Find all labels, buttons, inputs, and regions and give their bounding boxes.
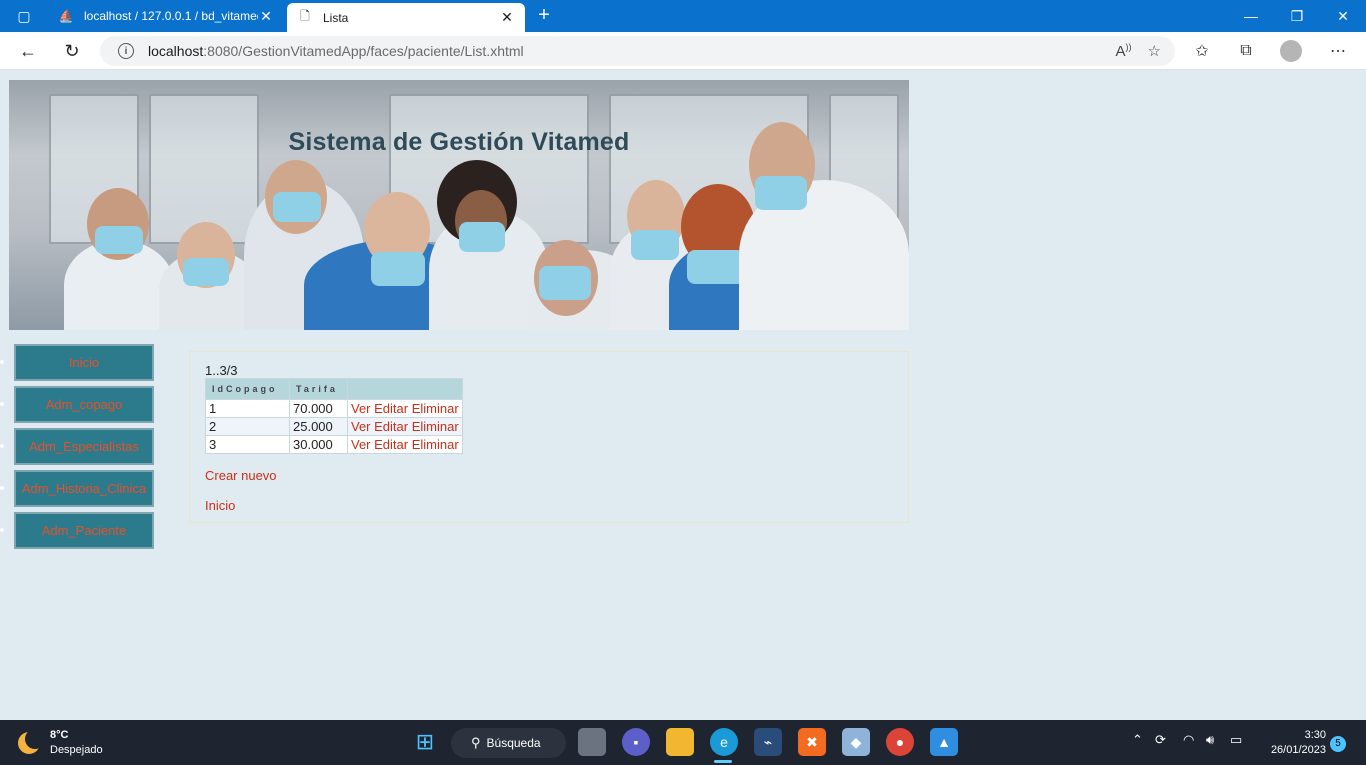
wifi-icon[interactable]: ◠ (1183, 732, 1194, 748)
column-header-idcopago: IdCopago (205, 378, 290, 400)
menu-bullet (0, 528, 4, 532)
task-view-icon[interactable] (578, 728, 606, 756)
menu-bullet (0, 360, 4, 364)
table-row: 2 25.000 Ver Editar Eliminar (205, 417, 463, 436)
tab-phpmyadmin[interactable]: ⛵ localhost / 127.0.0.1 / bd_vitamed ✕ (48, 0, 284, 32)
home-link[interactable]: Inicio (205, 498, 235, 513)
edge-icon[interactable]: e (710, 728, 738, 756)
tab-lista[interactable]: 🗋 Lista ✕ (287, 3, 525, 32)
moon-icon (18, 729, 45, 754)
column-header-tarifa: Tarifa (289, 378, 348, 400)
copago-table: IdCopago Tarifa 1 70.000 Ver Editar Elim… (205, 378, 463, 454)
photos-icon[interactable]: ▲ (930, 728, 958, 756)
tab-title: localhost / 127.0.0.1 / bd_vitamed (84, 9, 258, 23)
edit-link[interactable]: Editar (374, 401, 408, 416)
menu-bullet (0, 402, 4, 406)
side-menu: Inicio Adm_copago Adm_Especialistas Adm_… (0, 344, 154, 554)
view-link[interactable]: Ver (351, 437, 371, 452)
weather-desc: Despejado (50, 744, 103, 756)
menu-inicio-button[interactable]: Inicio (14, 344, 154, 381)
chrome-icon[interactable]: ● (886, 728, 914, 756)
list-panel: 1..3/3 IdCopago Tarifa 1 70.000 Ver Edit… (189, 351, 909, 523)
cell-idcopago: 3 (205, 435, 290, 454)
address-bar[interactable]: i localhost:8080/GestionVitamedApp/faces… (100, 36, 1175, 66)
close-icon[interactable]: ✕ (258, 8, 274, 25)
more-menu-icon[interactable]: ⋯ (1324, 38, 1352, 64)
minimize-button[interactable]: — (1228, 0, 1274, 32)
chat-icon[interactable]: ▪ (622, 728, 650, 756)
battery-icon[interactable]: ▭ (1230, 732, 1242, 748)
file-explorer-icon[interactable] (666, 728, 694, 756)
banner-image: Sistema de Gestión Vitamed (9, 80, 909, 330)
menu-adm-historia-clinica-button[interactable]: Adm_Historia_Clinica (14, 470, 154, 507)
page-icon: 🗋 (300, 9, 310, 23)
menu-adm-paciente-button[interactable]: Adm_Paciente (14, 512, 154, 549)
menu-adm-especialistas-button[interactable]: Adm_Especialistas (14, 428, 154, 465)
delete-link[interactable]: Eliminar (412, 437, 459, 452)
mysql-workbench-icon[interactable]: ⌁ (754, 728, 782, 756)
cell-tarifa: 30.000 (289, 435, 348, 454)
cell-idcopago: 2 (205, 417, 290, 436)
cell-actions: Ver Editar Eliminar (347, 435, 463, 454)
volume-icon[interactable]: 🔊︎ (1206, 732, 1214, 748)
cell-tarifa: 25.000 (289, 417, 348, 436)
browser-tab-bar: ▢ ⛵ localhost / 127.0.0.1 / bd_vitamed ✕… (0, 0, 1366, 32)
table-row: 1 70.000 Ver Editar Eliminar (205, 399, 463, 418)
reload-icon[interactable]: ↻ (58, 38, 86, 64)
delete-link[interactable]: Eliminar (412, 401, 459, 416)
close-icon[interactable]: ✕ (499, 9, 515, 26)
view-link[interactable]: Ver (351, 419, 371, 434)
menu-bullet (0, 444, 4, 448)
cell-actions: Ver Editar Eliminar (347, 417, 463, 436)
menu-adm-copago-button[interactable]: Adm_copago (14, 386, 154, 423)
clock-time: 3:30 (1304, 729, 1326, 741)
create-new-link[interactable]: Crear nuevo (205, 468, 277, 483)
column-header-actions (347, 378, 463, 400)
clock-date: 26/01/2023 (1270, 744, 1326, 756)
search-button[interactable]: ⚲ Búsqueda (451, 728, 566, 758)
edit-link[interactable]: Editar (374, 419, 408, 434)
url-path: :8080/GestionVitamedApp/faces/paciente/L… (203, 43, 524, 59)
tab-title: Lista (323, 10, 349, 25)
weather-temp: 8°C (50, 729, 69, 741)
menu-bullet (0, 486, 4, 490)
info-icon[interactable]: i (118, 43, 134, 59)
table-row: 3 30.000 Ver Editar Eliminar (205, 435, 463, 454)
system-clock[interactable]: 3:30 26/01/2023 (1256, 728, 1326, 758)
cell-idcopago: 1 (205, 399, 290, 418)
virtualbox-icon[interactable]: ◆ (842, 728, 870, 756)
add-favorite-icon[interactable]: ☆ (1148, 42, 1161, 60)
delete-link[interactable]: Eliminar (412, 419, 459, 434)
xampp-icon[interactable]: ✖ (798, 728, 826, 756)
close-window-button[interactable]: ✕ (1320, 0, 1366, 32)
cell-actions: Ver Editar Eliminar (347, 399, 463, 418)
collections-icon[interactable]: ⧉ (1232, 38, 1260, 64)
cell-tarifa: 70.000 (289, 399, 348, 418)
notification-badge[interactable]: 5 (1330, 736, 1346, 752)
favorites-icon[interactable]: ✩ (1188, 38, 1216, 64)
restore-button[interactable]: ❐ (1274, 0, 1320, 32)
profile-avatar[interactable] (1280, 40, 1302, 62)
page-title: Sistema de Gestión Vitamed (288, 128, 630, 156)
edit-link[interactable]: Editar (374, 437, 408, 452)
back-icon[interactable]: ← (14, 38, 42, 64)
search-label: Búsqueda (486, 736, 541, 750)
url-host: localhost (148, 43, 204, 59)
read-aloud-icon[interactable]: A)) (1116, 42, 1132, 60)
sync-icon[interactable]: ⟳ (1155, 732, 1166, 748)
taskbar: 8°C Despejado ⊞ ⚲ Búsqueda ▪ e ⌁ ✖ ◆ ● ▲… (0, 720, 1366, 765)
search-icon: ⚲ (471, 735, 481, 750)
pagination-info: 1..3/3 (205, 363, 238, 378)
view-link[interactable]: Ver (351, 401, 371, 416)
address-bar-row: ← ↻ i localhost:8080/GestionVitamedApp/f… (0, 32, 1366, 70)
weather-widget[interactable]: 8°C Despejado (18, 728, 103, 758)
new-tab-button[interactable]: + (532, 4, 556, 28)
phpmyadmin-icon: ⛵ (58, 9, 74, 23)
chevron-up-icon[interactable]: ⌃ (1132, 732, 1143, 748)
windows-start-icon[interactable]: ⊞ (411, 728, 439, 756)
tab-actions-icon[interactable]: ▢ (8, 4, 40, 28)
